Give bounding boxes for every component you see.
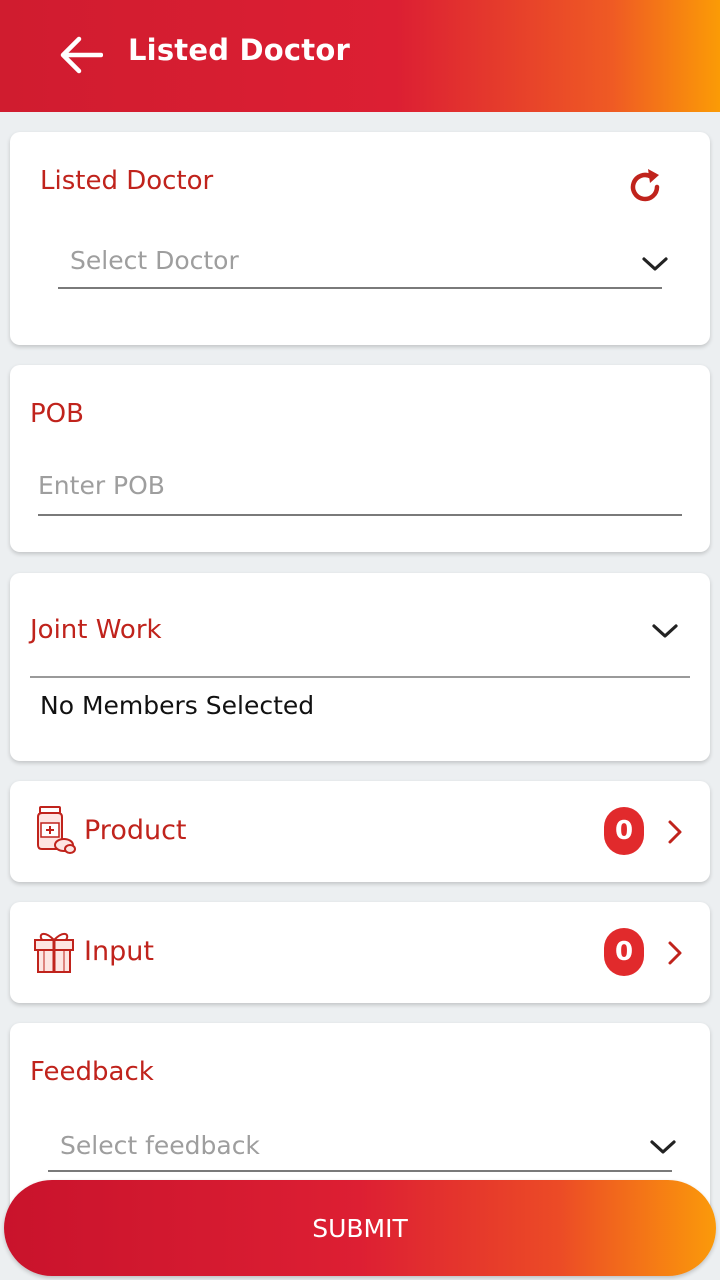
joint-work-divider	[30, 676, 690, 678]
feedback-select-underline	[48, 1170, 672, 1172]
pob-input-underline	[38, 514, 682, 516]
listed-doctor-label: Listed Doctor	[40, 166, 214, 196]
pob-label: POB	[30, 399, 84, 429]
chevron-down-icon	[650, 1140, 676, 1154]
arrow-left-icon	[60, 36, 103, 74]
submit-button[interactable]: SUBMIT	[4, 1180, 716, 1276]
product-count-badge: 0	[604, 807, 644, 855]
pob-input-placeholder: Enter POB	[38, 471, 165, 500]
chevron-right-icon	[668, 820, 682, 844]
product-row[interactable]: Product 0	[10, 781, 710, 882]
medicine-icon	[37, 806, 76, 854]
joint-work-card: Joint Work No Members Selected	[10, 573, 710, 761]
app-bar: Listed Doctor	[0, 0, 720, 112]
gift-icon	[34, 933, 74, 973]
doctor-select[interactable]: Select Doctor	[58, 232, 668, 290]
joint-work-label: Joint Work	[30, 615, 162, 645]
listed-doctor-card: Listed Doctor Select Doctor	[10, 132, 710, 345]
chevron-right-icon	[668, 941, 682, 965]
refresh-button[interactable]	[624, 166, 666, 208]
joint-work-status: No Members Selected	[40, 691, 315, 720]
feedback-select-placeholder: Select feedback	[60, 1131, 260, 1160]
refresh-icon	[630, 169, 660, 202]
pob-input[interactable]: Enter POB	[38, 465, 682, 517]
feedback-select[interactable]: Select feedback	[48, 1123, 676, 1175]
pob-card: POB Enter POB	[10, 365, 710, 552]
doctor-select-underline	[58, 287, 662, 289]
product-label: Product	[84, 815, 187, 846]
input-count-badge: 0	[604, 928, 644, 976]
joint-work-dropdown[interactable]: Joint Work	[10, 573, 710, 679]
chevron-down-icon	[652, 624, 678, 638]
page-title: Listed Doctor	[128, 33, 350, 67]
chevron-down-icon	[642, 257, 668, 271]
feedback-label: Feedback	[30, 1057, 154, 1087]
input-label: Input	[84, 936, 154, 967]
input-row[interactable]: Input 0	[10, 902, 710, 1003]
doctor-select-placeholder: Select Doctor	[70, 246, 239, 275]
back-button[interactable]	[56, 30, 106, 80]
